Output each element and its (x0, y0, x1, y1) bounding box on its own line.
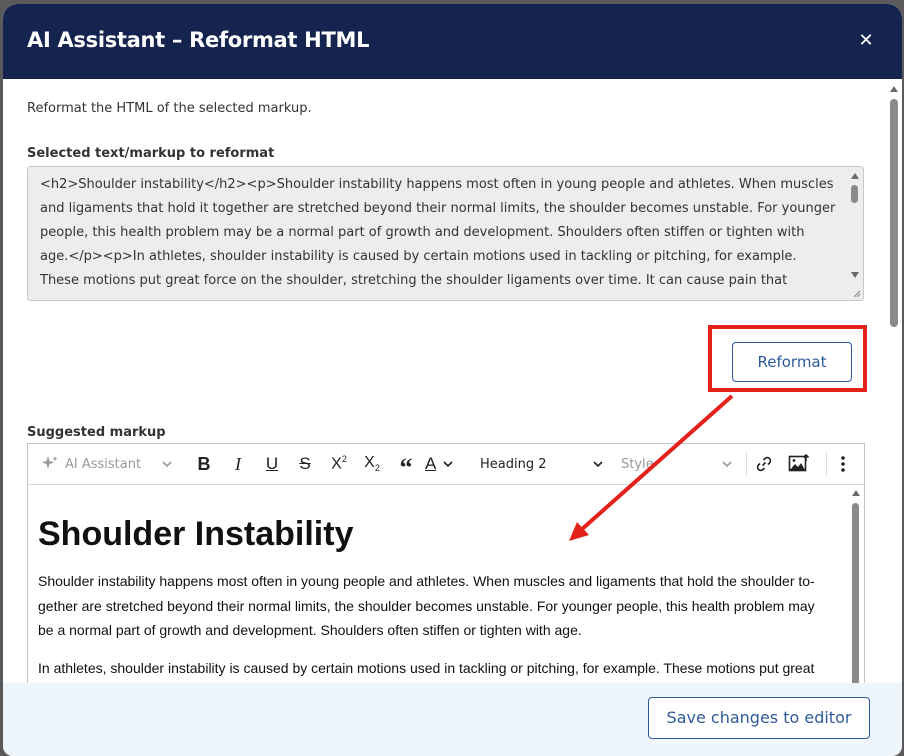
link-button[interactable] (750, 450, 778, 478)
subscript-icon: X2 (364, 454, 380, 474)
scroll-thumb[interactable] (890, 99, 898, 327)
strikethrough-icon: S (299, 454, 311, 473)
content-paragraph: Shoulder instability happens most often … (38, 573, 815, 638)
more-options-button[interactable] (832, 450, 854, 478)
toolbar-divider (746, 452, 747, 476)
chevron-down-icon (593, 461, 603, 468)
scroll-up-icon[interactable] (852, 490, 860, 496)
image-upload-icon (788, 454, 810, 472)
scroll-up-icon[interactable] (851, 173, 859, 179)
dialog-header: AI Assistant – Reformat HTML ✕ (3, 4, 902, 79)
more-vertical-icon (841, 456, 845, 472)
close-icon[interactable]: ✕ (856, 31, 876, 51)
save-changes-button[interactable]: Save changes to editor (648, 697, 870, 739)
heading-select[interactable]: Heading 2 (480, 450, 604, 478)
chevron-down-icon (722, 461, 732, 468)
dialog-footer: Save changes to editor (3, 683, 902, 756)
suggested-markup-label: Suggested markup (27, 425, 166, 440)
dialog-title: AI Assistant – Reformat HTML (27, 28, 370, 52)
strikethrough-button[interactable]: S (291, 450, 319, 478)
link-icon (756, 456, 772, 472)
editor-scrollbar[interactable] (848, 485, 864, 683)
style-select[interactable]: Style (621, 450, 733, 478)
scroll-thumb[interactable] (851, 185, 858, 203)
annotation-highlight-box (708, 325, 867, 392)
style-select-value: Style (621, 456, 654, 472)
ai-assistant-dropdown[interactable]: AI Assistant (40, 450, 175, 478)
blockquote-button[interactable]: “ (392, 450, 420, 482)
insert-image-button[interactable] (784, 450, 814, 478)
textarea-scrollbar[interactable] (847, 167, 863, 300)
dialog-content: Reformat the HTML of the selected markup… (3, 79, 902, 683)
subscript-button[interactable]: X2 (358, 450, 386, 478)
chevron-down-icon (162, 461, 172, 468)
italic-button[interactable]: I (224, 450, 252, 478)
italic-icon: I (235, 453, 241, 474)
editor-toolbar: AI Assistant B I U S X2 X2 “ A Heading 2… (28, 444, 864, 485)
quote-icon: “ (399, 453, 413, 482)
toolbar-divider (826, 452, 827, 476)
selected-markup-textarea[interactable]: <h2>Shoulder instability</h2><p>Shoulder… (27, 166, 864, 301)
selected-markup-label: Selected text/markup to reformat (27, 146, 275, 161)
chevron-down-icon (443, 461, 453, 468)
scroll-up-icon[interactable] (890, 86, 898, 92)
bold-icon: B (197, 453, 211, 474)
heading-select-value: Heading 2 (480, 456, 547, 472)
editor-content[interactable]: Shoulder Instability Shoulder instabilit… (28, 485, 848, 683)
suggested-markup-editor: AI Assistant B I U S X2 X2 “ A Heading 2… (27, 443, 865, 683)
ai-assistant-dialog: AI Assistant – Reformat HTML ✕ Reformat … (3, 4, 902, 756)
superscript-icon: X2 (331, 454, 347, 473)
bold-button[interactable]: B (190, 450, 218, 478)
font-color-button[interactable]: A (425, 450, 467, 478)
scroll-down-icon[interactable] (851, 272, 859, 278)
underline-icon: U (265, 454, 279, 473)
resize-handle-icon[interactable] (851, 288, 861, 298)
superscript-button[interactable]: X2 (325, 450, 353, 478)
selected-markup-text: <h2>Shoulder instability</h2><p>Shoulder… (40, 177, 836, 288)
dialog-scrollbar[interactable] (888, 79, 900, 687)
font-color-icon: A (425, 454, 437, 473)
sparkle-icon (42, 456, 58, 469)
ai-assistant-label: AI Assistant (65, 456, 142, 472)
content-paragraph: In athletes, shoulder instability is cau… (38, 660, 815, 676)
dialog-description: Reformat the HTML of the selected markup… (27, 101, 312, 116)
content-heading: Shoulder Instability (38, 515, 354, 553)
scroll-thumb[interactable] (852, 503, 859, 683)
underline-button[interactable]: U (258, 450, 286, 478)
